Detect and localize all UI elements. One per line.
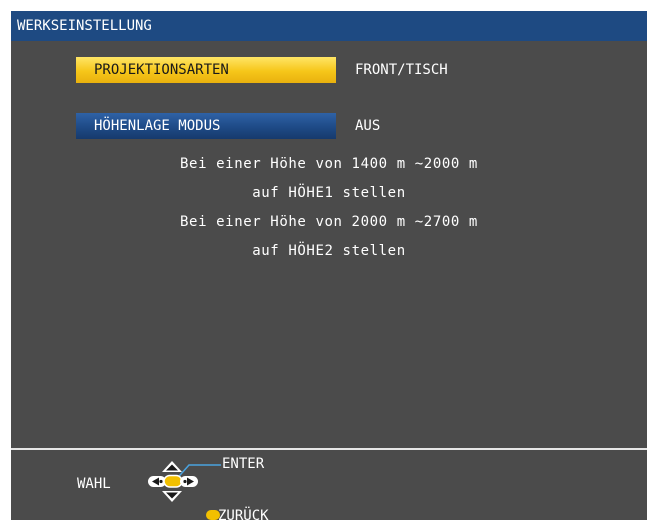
menu-item-projektionsarten[interactable]: PROJEKTIONSARTEN (76, 57, 336, 83)
menu-value-projektionsarten[interactable]: FRONT/TISCH (355, 57, 448, 83)
menu-item-hoehenlage-modus[interactable]: HÖHENLAGE MODUS (76, 113, 336, 139)
altitude-info-text: Bei einer Höhe von 1400 m ~2000 m auf HÖ… (11, 152, 647, 268)
remote-control-guide (148, 461, 221, 520)
info-line: auf HÖHE2 stellen (252, 243, 406, 259)
info-line: Bei einer Höhe von 2000 m ~2700 m (180, 214, 478, 230)
zurueck-label: ZURÜCK (218, 508, 269, 524)
wahl-label: WAHL (77, 476, 111, 492)
right-arrow-button-icon (180, 476, 198, 487)
enter-label: ENTER (222, 456, 265, 472)
enter-button-icon (163, 474, 183, 488)
menu-row-hoehenlage-modus[interactable]: HÖHENLAGE MODUS AUS (11, 113, 647, 139)
triangle-up-icon (162, 461, 182, 472)
menu-title: WERKSEINSTELLUNG (11, 11, 647, 41)
triangle-down-icon (162, 491, 182, 502)
info-line: auf HÖHE1 stellen (252, 185, 406, 201)
osd-menu-panel: WERKSEINSTELLUNG PROJEKTIONSARTEN FRONT/… (11, 11, 647, 524)
menu-value-hoehenlage-modus[interactable]: AUS (355, 113, 380, 139)
info-line: Bei einer Höhe von 1400 m ~2000 m (180, 156, 478, 172)
navigation-guide: WAHL ENTER ZURÜCK (11, 450, 647, 524)
menu-row-projektionsarten[interactable]: PROJEKTIONSARTEN FRONT/TISCH (11, 57, 647, 83)
